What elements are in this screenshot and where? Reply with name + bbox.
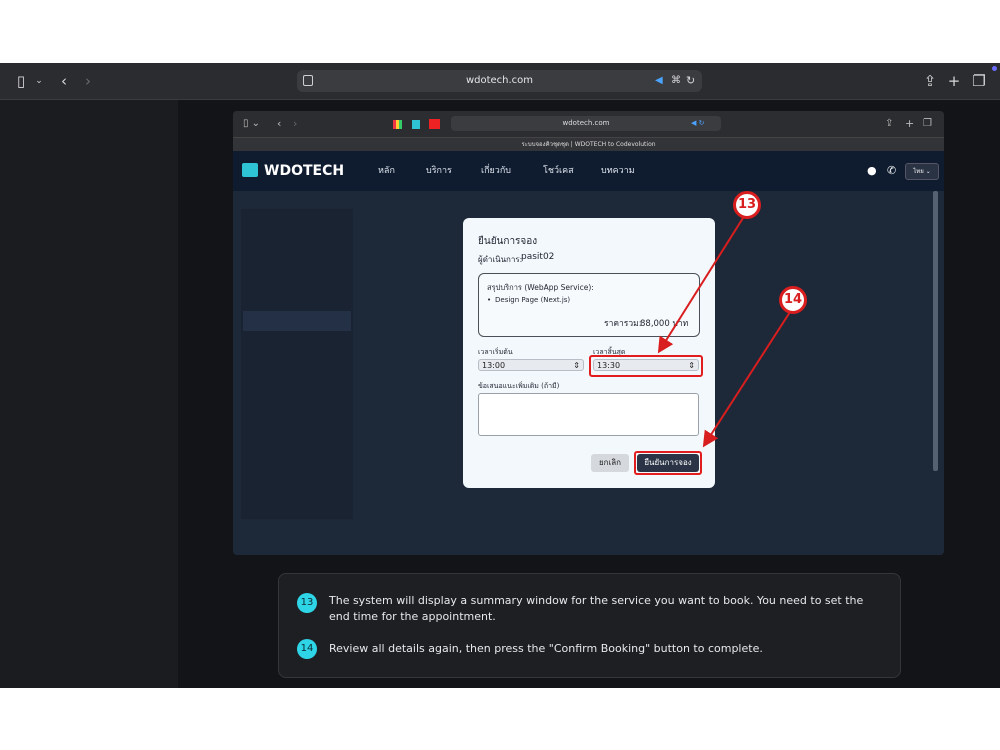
arrow-13 <box>657 217 744 354</box>
arrow-14 <box>702 311 791 448</box>
step-text-13: The system will display a summary window… <box>329 594 864 623</box>
annotation-badge-14: 14 <box>779 286 807 314</box>
step-number-14: 14 <box>297 639 317 659</box>
instruction-panel: 13 The system will display a summary win… <box>278 573 901 678</box>
step-text-14: Review all details again, then press the… <box>329 642 763 655</box>
step-number-13: 13 <box>297 593 317 613</box>
annotation-badge-13: 13 <box>733 191 761 219</box>
